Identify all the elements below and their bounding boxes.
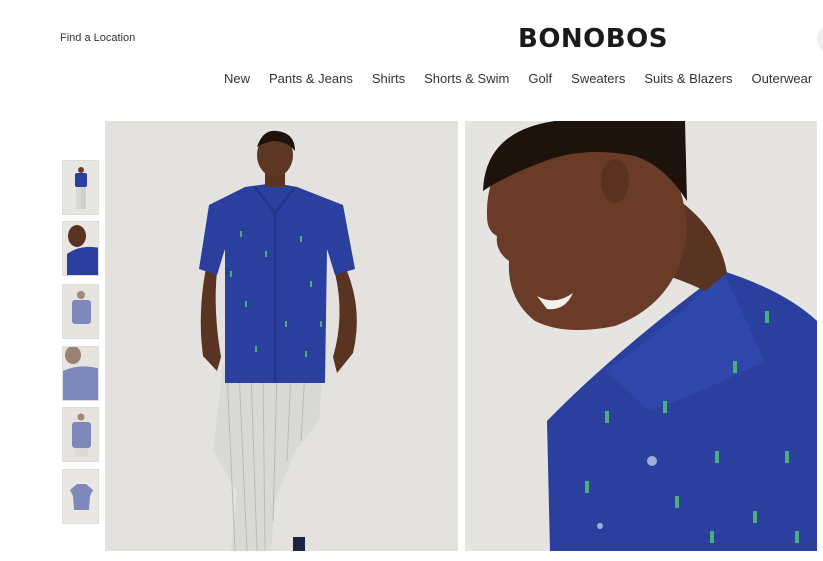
search-icon[interactable]	[817, 24, 823, 54]
product-image-detail[interactable]	[465, 121, 817, 551]
nav-item-outerwear[interactable]: Outerwear	[752, 71, 813, 86]
thumbnail-3[interactable]	[62, 284, 99, 339]
thumbnail-2[interactable]	[62, 221, 99, 276]
brand-logo[interactable]: BONOBOS	[518, 24, 668, 54]
nav-item-pants-jeans[interactable]: Pants & Jeans	[269, 71, 353, 86]
thumbnail-6[interactable]	[62, 469, 99, 524]
thumbnail-5[interactable]	[62, 407, 99, 462]
nav-item-shorts-swim[interactable]: Shorts & Swim	[424, 71, 509, 86]
thumbnail-1[interactable]	[62, 160, 99, 215]
find-location-link[interactable]: Find a Location	[60, 32, 135, 44]
product-image-main[interactable]	[105, 121, 458, 551]
nav-item-golf[interactable]: Golf	[528, 71, 552, 86]
nav-item-shirts[interactable]: Shirts	[372, 71, 405, 86]
main-nav: New Pants & Jeans Shirts Shorts & Swim G…	[224, 71, 812, 86]
nav-item-sweaters[interactable]: Sweaters	[571, 71, 625, 86]
nav-item-suits-blazers[interactable]: Suits & Blazers	[644, 71, 732, 86]
nav-item-new[interactable]: New	[224, 71, 250, 86]
thumbnail-4[interactable]	[62, 346, 99, 401]
